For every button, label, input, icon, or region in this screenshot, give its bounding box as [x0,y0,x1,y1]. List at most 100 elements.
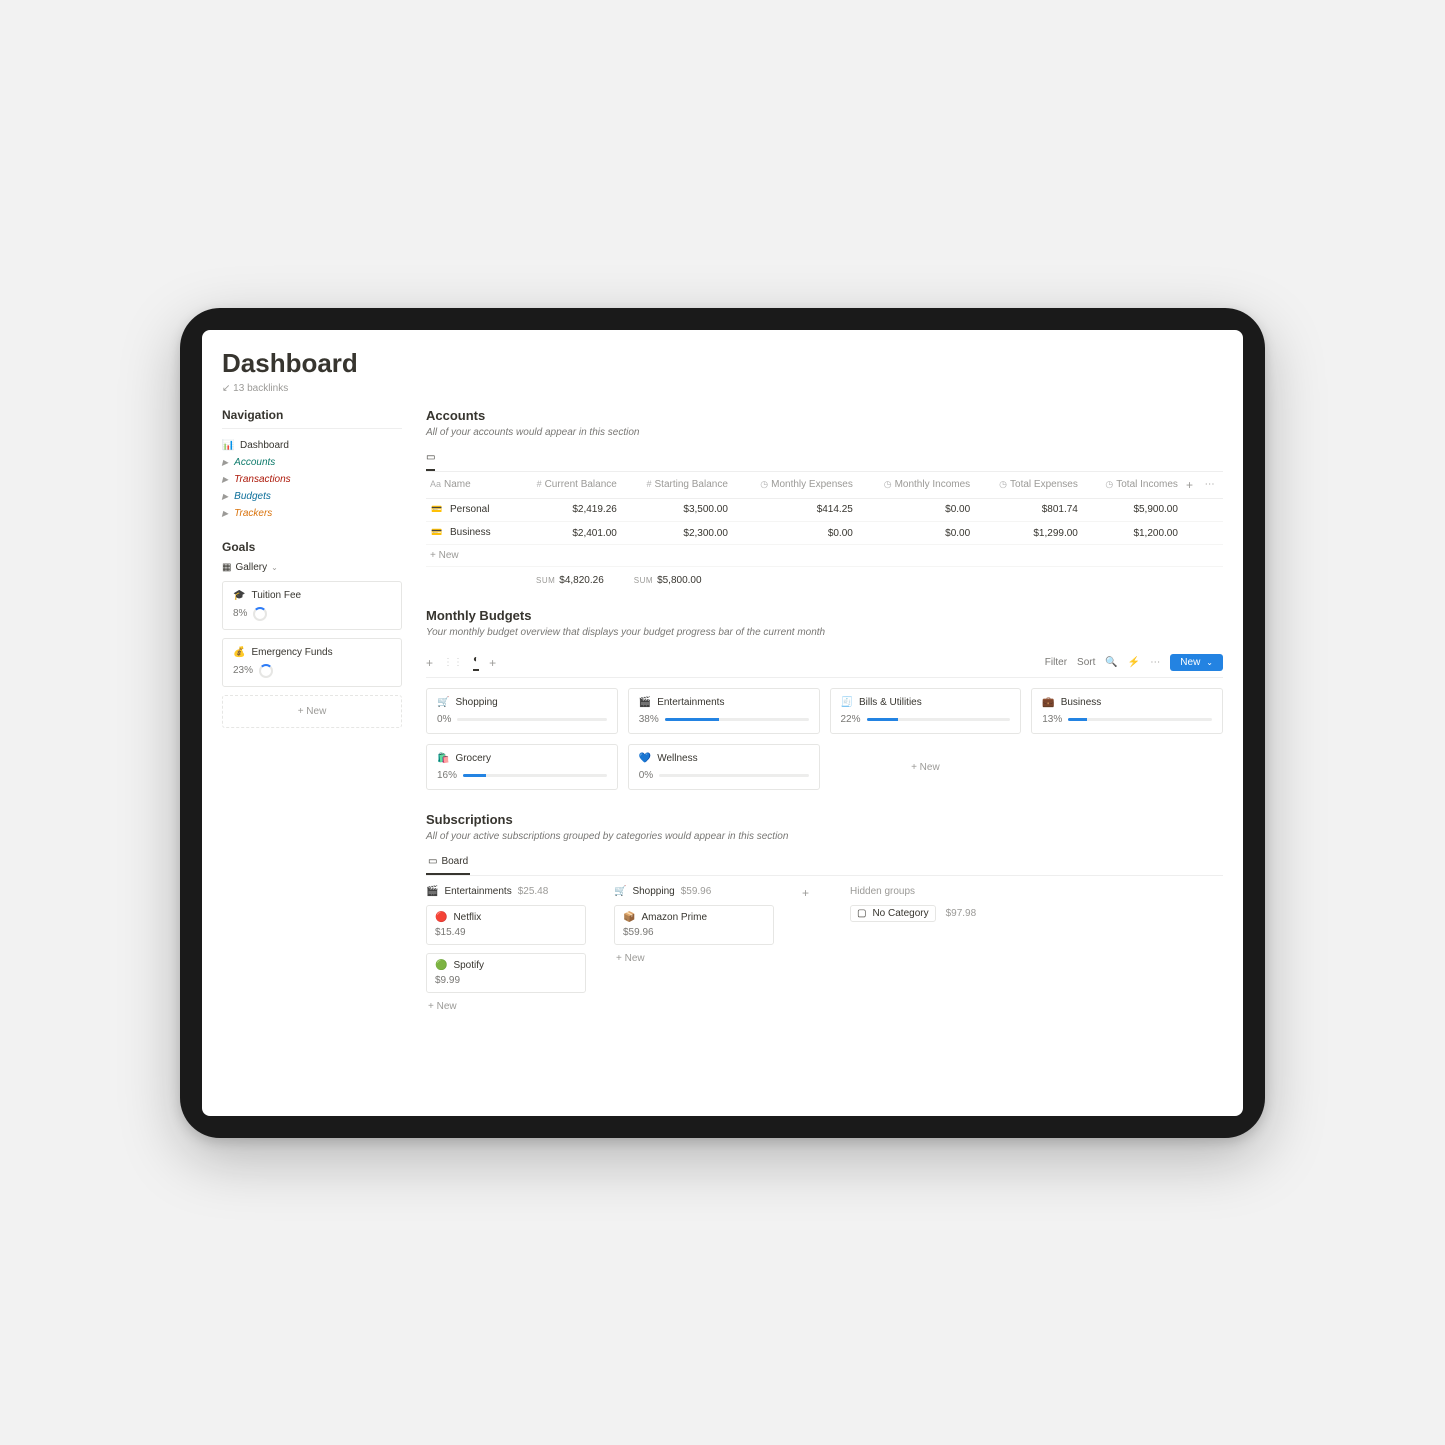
board-tab[interactable]: ▭ Board [426,852,470,875]
amazon-icon: 📦 [623,912,635,923]
column-amount: $59.96 [681,886,712,897]
cell-mexp: $0.00 [732,522,857,545]
cell-texp: $801.74 [974,498,1082,522]
column-title: Entertainments [444,886,511,897]
app-screen: Dashboard 13 backlinks Navigation 📊 Dash… [202,330,1243,1116]
goal-progress: 8% [233,608,247,619]
budget-card-bills[interactable]: 🧾Bills & Utilities 22% [830,688,1022,734]
subscriptions-tabbar: ▭ Board [426,852,1223,876]
accounts-heading: Accounts [426,408,1223,423]
budgets-toolbar: + ⋮⋮ ◐ + Filter Sort 🔍 ⚡ ⋯ New⌄ [426,648,1223,678]
accounts-tabbar: ▭ [426,448,1223,472]
column-amount: $25.48 [518,886,549,897]
clock-icon: ◷ [884,479,892,489]
shopping-icon: 🛒 [437,697,449,708]
subscriptions-desc: All of your active subscriptions grouped… [426,831,1223,842]
progress-ring-icon [253,607,267,621]
goal-progress: 23% [233,665,253,676]
cell-tinc: $5,900.00 [1082,498,1182,522]
subscription-card-spotify[interactable]: 🟢Spotify $9.99 [426,953,586,993]
col-monthly-incomes[interactable]: ◷Monthly Incomes [857,472,974,499]
col-total-expenses[interactable]: ◷Total Expenses [974,472,1082,499]
clock-icon: ◷ [999,479,1007,489]
col-name[interactable]: AaName [426,472,511,499]
new-button[interactable]: New⌄ [1170,654,1223,671]
add-view-button-2[interactable]: + [489,656,496,670]
budgets-desc: Your monthly budget overview that displa… [426,627,1223,638]
nav-transactions[interactable]: ▶ Transactions [222,471,402,488]
nav-label: Budgets [234,491,271,502]
goal-add-new[interactable]: + New [222,695,402,728]
disclosure-triangle-icon: ▶ [222,492,228,501]
table-row[interactable]: 💳Business $2,401.00 $2,300.00 $0.00 $0.0… [426,522,1223,545]
cell-starting: $3,500.00 [621,498,732,522]
number-icon: # [647,479,652,489]
entertainment-icon: 🎬 [639,697,651,708]
budget-card-grocery[interactable]: 🛍️Grocery 16% [426,744,618,790]
goal-icon: 🎓 [233,590,245,601]
table-add-row[interactable]: + New [426,545,1223,567]
cell-minc: $0.00 [857,498,974,522]
dashboard-icon: 📊 [222,440,234,451]
budget-card-entertainments[interactable]: 🎬Entertainments 38% [628,688,820,734]
sum-starting: $5,800.00 [657,575,702,586]
drag-handle-icon[interactable]: ⋮⋮ [443,657,463,668]
page-title: Dashboard [222,348,1223,379]
nav-accounts[interactable]: ▶ Accounts [222,454,402,471]
table-row[interactable]: 💳Personal $2,419.26 $3,500.00 $414.25 $0… [426,498,1223,522]
navigation-heading: Navigation [222,408,402,429]
view-label: Gallery [235,562,267,573]
board-view-tab[interactable]: ◐ [473,654,479,671]
col-current-balance[interactable]: #Current Balance [511,472,621,499]
cell-starting: $2,300.00 [621,522,732,545]
cell-minc: $0.00 [857,522,974,545]
more-columns[interactable]: ⋯ [1201,472,1223,499]
add-column[interactable]: + [1182,472,1201,499]
no-category-group[interactable]: ▢No Category $97.98 [850,905,1010,922]
nav-label: Dashboard [240,440,289,451]
text-icon: Aa [430,479,441,489]
budget-add-new[interactable]: + New [830,744,1022,790]
sort-button[interactable]: Sort [1077,657,1095,668]
accounts-view-tab[interactable]: ▭ [426,448,435,471]
col-total-incomes[interactable]: ◷Total Incomes [1082,472,1182,499]
backlinks-count[interactable]: 13 backlinks [222,383,1223,394]
goal-title: Emergency Funds [251,647,332,658]
board-add-column[interactable]: + [802,886,822,1012]
more-icon[interactable]: ⋯ [1150,657,1160,668]
plus-icon: + [802,886,809,900]
cell-mexp: $414.25 [732,498,857,522]
col-monthly-expenses[interactable]: ◷Monthly Expenses [732,472,857,499]
nav-dashboard[interactable]: 📊 Dashboard [222,437,402,454]
accounts-desc: All of your accounts would appear in thi… [426,427,1223,438]
nav-label: Trackers [234,508,272,519]
card-icon: 💳 [430,504,444,516]
budget-card-business[interactable]: 💼Business 13% [1031,688,1223,734]
tablet-frame: Dashboard 13 backlinks Navigation 📊 Dash… [180,308,1265,1138]
nav-trackers[interactable]: ▶ Trackers [222,505,402,522]
budget-card-wellness[interactable]: 💙Wellness 0% [628,744,820,790]
nav-budgets[interactable]: ▶ Budgets [222,488,402,505]
subscription-card-amazon[interactable]: 📦Amazon Prime $59.96 [614,905,774,945]
accounts-table: AaName #Current Balance #Starting Balanc… [426,472,1223,568]
automation-icon[interactable]: ⚡ [1128,657,1140,668]
budget-card-shopping[interactable]: 🛒Shopping 0% [426,688,618,734]
goals-heading: Goals [222,540,402,554]
disclosure-triangle-icon: ▶ [222,458,228,467]
gallery-icon: ▦ [222,562,231,573]
search-icon[interactable]: 🔍 [1105,657,1117,668]
column-add-new[interactable]: + New [426,1001,586,1012]
goals-view-selector[interactable]: ▦ Gallery ⌄ [222,562,402,573]
shopping-icon: 🛒 [614,886,626,897]
subscription-card-netflix[interactable]: 🔴Netflix $15.49 [426,905,586,945]
empty-icon: ▢ [857,908,866,919]
add-view-button[interactable]: + [426,656,433,670]
column-add-new[interactable]: + New [614,953,774,964]
goal-card-emergency[interactable]: 💰 Emergency Funds 23% [222,638,402,687]
budgets-heading: Monthly Budgets [426,608,1223,623]
nav-label: Transactions [234,474,291,485]
goal-card-tuition[interactable]: 🎓 Tuition Fee 8% [222,581,402,630]
filter-button[interactable]: Filter [1045,657,1067,668]
cell-current: $2,401.00 [511,522,621,545]
col-starting-balance[interactable]: #Starting Balance [621,472,732,499]
